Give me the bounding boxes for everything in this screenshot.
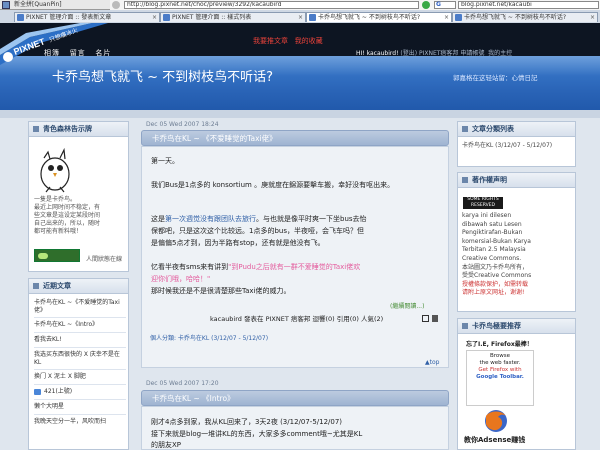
firefox-promo: 忘了I.E, Firefox最棒！ (466, 341, 533, 348)
profile-heading: 青色森林告示牌 (29, 122, 128, 137)
list-item[interactable]: 懒个大明星 (34, 403, 126, 414)
list-item[interactable]: 卡乔鸟在KL ~《不爱睡觉的Taxi佬》 (34, 299, 126, 317)
list-item[interactable]: 421(上號) (34, 388, 126, 399)
status-icon (38, 253, 48, 259)
tab-bar: PIXNET 管理介面 :: 發表新文章 × PIXNET 管理介面 :: 樣式列… (0, 10, 600, 24)
firefox-logo-icon (485, 410, 507, 432)
post-paragraph: 那时候我还是不是很清楚那些Taxi佬的威力。 (151, 287, 291, 295)
post-paragraph: 保都吧，只是这次这个比较远。1点多的bus，半夜哑，会飞车吗？但 (151, 227, 364, 235)
categories-heading: 文章分類列表 (458, 122, 575, 137)
tab-label: 卡乔鸟想飞就飞 ~ 不到树枝鸟不听话? (464, 14, 567, 21)
post-paragraph: 接下来就是blog一堆讲KL的东西，大家多多comment哦~尤其是KL (151, 430, 363, 438)
search-box[interactable]: G (434, 1, 456, 9)
bullet-icon (462, 126, 468, 132)
post-title[interactable]: 卡乔鸟在KL ~ 《Intro》 (141, 390, 449, 406)
online-status-label: 人間狀態在線 (86, 256, 123, 263)
tab-blog[interactable]: 卡乔鸟想飞就飞 ~ 不到树枝鸟不听话? × (452, 12, 598, 22)
blog-title[interactable]: 卡乔鸟想飞就飞 ~ 不到树枝鸟不听话? (52, 66, 273, 85)
read-more-link[interactable]: (繼續閱讀...) (390, 302, 424, 312)
post-paragraph: 是偏偏5点才到，因为半路有stop，还有就是他没有飞。 (151, 239, 325, 247)
pixnet-icon (17, 14, 24, 21)
post-date: Dec 05 Wed 2007 17:20 (146, 380, 219, 387)
pixnet-icon (309, 14, 316, 21)
post-date: Dec 05 Wed 2007 18:24 (146, 121, 219, 128)
adsense-title: 教你Adsense赚钱 (464, 436, 526, 444)
url-input[interactable]: http://blog.pixnet.net/choc/preview/3292… (124, 1, 419, 9)
post-body (141, 406, 449, 450)
tab-blog-preview[interactable]: 卡乔鸟想飞就飞 ~ 不到树枝鸟不听话? × (306, 12, 452, 22)
close-icon[interactable]: × (444, 13, 449, 22)
edit-icon[interactable] (422, 315, 429, 322)
post-paragraph: 刚才4点多到家，我从KL回来了，3天2夜 (3/12/07-5/12/07) (151, 418, 343, 426)
post-paragraph: 这是第一次週觉没有跟团队去旅行。与也就是像平时爽一下坐bus去怡 (151, 215, 367, 223)
bullet-icon (462, 177, 468, 183)
ime-toolbar[interactable]: 新全拼[QuanPin] (0, 0, 110, 10)
author-link[interactable]: kacaubird (210, 315, 242, 323)
pixnet-ribbon[interactable]: PIXNET 只想痛冰火 (0, 23, 108, 67)
license-heading: 著作權声明 (458, 173, 575, 188)
post-paragraph: 忆看半夜有sms来有讲到"到Pudu之后就有一群不爱睡觉的Taxi佬欢 (151, 263, 361, 271)
tab-label: PIXNET 管理介面 :: 發表新文章 (26, 14, 112, 21)
recent-heading: 近期文章 (29, 279, 128, 294)
ime-label: 新全拼[QuanPin] (14, 1, 62, 8)
profile-text: 一隻是卡乔鸟。 最近上网时间不稳定，有 些文章是這设定某段时间 自己出来的，所以… (34, 196, 101, 235)
category-item[interactable]: 卡乔鸟在KL (3/12/07 - 5/12/07) (462, 142, 572, 150)
close-icon[interactable]: × (298, 13, 303, 22)
close-icon[interactable]: × (152, 13, 157, 22)
blog-subtitle: 郭嘉格在这轻站留：心情日記 (453, 74, 538, 82)
picture-icon (34, 389, 41, 395)
list-item[interactable]: 我选买东西很快的 X 庆幸不是在KL (34, 351, 126, 369)
creative-commons-badge[interactable]: SOME RIGHTS RESERVED (463, 197, 503, 209)
top-links: 我要推文章 我的收藏 (253, 36, 323, 46)
recommend-heading: 卡乔鸟極要推荐 (458, 319, 575, 334)
tab-label: PIXNET 管理介面 :: 樣式列表 (172, 14, 252, 21)
post-paragraph: 我们Bus是1点多的 konsortium 。庚就度在錦源要擊车搬，幸好没有呕出… (151, 181, 395, 189)
post-highlight: "到Pudu之后就有一群不爱睡觉的Taxi佬欢 (228, 263, 361, 271)
bullet-icon (33, 283, 39, 289)
go-icon[interactable] (422, 1, 430, 9)
post-meta: kacaubird 發表在 PIXNET 痞客邦 迴響(0) 引用(0) 人氣(… (210, 315, 384, 323)
tab-new-post[interactable]: PIXNET 管理介面 :: 發表新文章 × (14, 12, 160, 22)
tab-style-list[interactable]: PIXNET 管理介面 :: 樣式列表 × (160, 12, 306, 22)
bullet-icon (462, 323, 468, 329)
pixnet-icon (455, 14, 462, 21)
post-paragraph: 的朋友XP (151, 441, 182, 449)
delete-icon[interactable] (432, 315, 438, 322)
bullet-icon (33, 126, 39, 132)
close-icon[interactable]: × (590, 13, 595, 22)
back-icon[interactable] (112, 1, 120, 9)
google-icon: G (436, 1, 441, 8)
license-text: karya ini dilesen dibawah satu Lesen Pen… (462, 212, 532, 297)
post-category[interactable]: 個人分類: 卡乔鸟在KL (3/12/07 - 5/12/07) (150, 334, 290, 343)
list-item[interactable]: 我晚天空分一半，风吹而扫 (34, 418, 126, 436)
online-status-button[interactable] (34, 249, 80, 262)
back-to-top-link[interactable]: ▲top (425, 358, 439, 368)
post-highlight: 迎你们哦，哈哈！" (151, 275, 211, 283)
pixnet-icon (163, 14, 170, 21)
list-item[interactable]: 换门 X 泥土 X 脚肥 (34, 373, 126, 384)
post-title[interactable]: 卡乔鸟在KL ~ 《不爱睡觉的Taxi佬》 (141, 130, 449, 146)
list-item[interactable]: 看我去KL! (34, 336, 126, 347)
tab-label: 卡乔鸟想飞就飞 ~ 不到树枝鸟不听话? (318, 14, 421, 21)
banner-footer (0, 110, 600, 118)
post-paragraph: 第一天。 (151, 157, 179, 165)
recent-posts-list: 卡乔鸟在KL ~《不爱睡觉的Taxi佬》 卡乔鸟在KL ~《Intro》 看我去… (34, 299, 126, 436)
post-link[interactable]: 第一次週觉没有跟团队去旅行 (165, 215, 256, 223)
pixnet-logo-icon (3, 52, 13, 62)
favorites-link[interactable]: 我的收藏 (295, 37, 323, 45)
bird-avatar (40, 147, 70, 193)
ime-icon (2, 1, 10, 9)
list-item[interactable]: 卡乔鸟在KL ~《Intro》 (34, 321, 126, 332)
firefox-ad[interactable]: Browse the web faster. Get Firefox with … (466, 350, 534, 406)
url-input-secondary[interactable]: blog.pixnet.net/kacaubi (458, 1, 599, 9)
recommend-link[interactable]: 我要推文章 (253, 37, 288, 45)
